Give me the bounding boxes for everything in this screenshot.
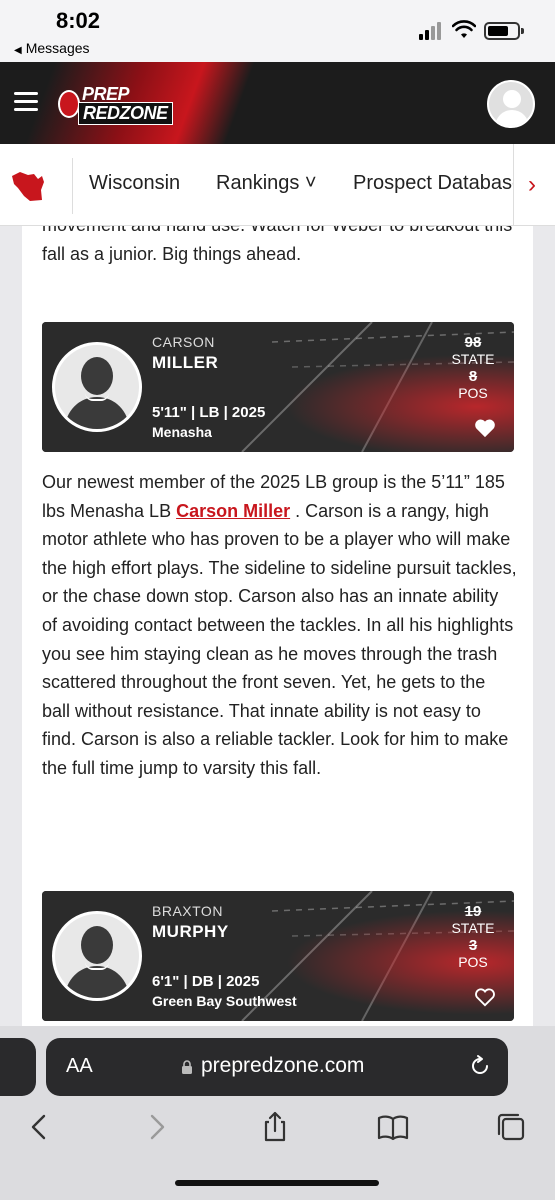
position-rank-value: 3	[468, 937, 478, 954]
reload-icon[interactable]	[468, 1054, 492, 1078]
status-bar: 8:02 ◀ Messages	[0, 0, 555, 62]
site-logo[interactable]: PREP REDZONE	[58, 82, 180, 126]
nav-item-wisconsin[interactable]: Wisconsin	[89, 172, 180, 195]
intro-paragraph: movement and hand use. Watch for Weber t…	[42, 226, 512, 264]
player-last-name: MILLER	[152, 353, 219, 372]
position-rank-label: POS	[458, 385, 488, 401]
prospect-card-braxton-murphy[interactable]: BRAXTON MURPHY 6'1" | DB | 2025 Green Ba…	[42, 891, 514, 1021]
chevron-right-icon: ›	[528, 171, 536, 198]
position-rank-value: 8	[468, 368, 478, 385]
state-rank-value: 98	[464, 334, 482, 351]
player-silhouette-icon	[52, 911, 142, 1001]
bookmarks-icon[interactable]	[376, 1110, 410, 1144]
logo-line-2: REDZONE	[78, 102, 173, 125]
prospect-card-carson-miller[interactable]: CARSON MILLER 5'11" | LB | 2025 Menasha …	[42, 322, 514, 452]
state-nav-bar: Wisconsin Rankings ˅ Prospect Database ›	[0, 144, 555, 226]
carson-miller-paragraph: Our newest member of the 2025 LB group i…	[42, 472, 517, 778]
nav-item-prospect-database[interactable]: Prospect Database	[353, 172, 523, 195]
player-height-position-class: 5'11" | LB | 2025	[152, 404, 266, 421]
url-text: prepredzone.com	[201, 1054, 365, 1077]
player-school: Green Bay Southwest	[152, 993, 297, 1009]
player-last-name: MURPHY	[152, 922, 229, 941]
article-body: movement and hand use. Watch for Weber t…	[22, 226, 533, 1026]
player-first-name: BRAXTON	[152, 903, 223, 919]
wifi-icon	[452, 20, 476, 38]
forward-chevron-icon[interactable]	[140, 1110, 174, 1144]
player-rankings: 98 STATE 8 POS	[446, 334, 500, 402]
back-triangle-icon: ◀	[14, 45, 22, 56]
state-rank-value: 19	[464, 903, 482, 920]
player-rankings: 19 STATE 3 POS	[446, 903, 500, 971]
wisconsin-map-icon[interactable]	[8, 166, 50, 206]
state-rank-label: STATE	[451, 920, 495, 936]
player-school: Menasha	[152, 424, 212, 440]
favorite-heart-outline-icon[interactable]	[474, 987, 496, 1007]
share-icon[interactable]	[258, 1110, 292, 1144]
carson-miller-link[interactable]: Carson Miller	[176, 501, 290, 521]
position-rank-label: POS	[458, 954, 488, 970]
nav-scroll-right-button[interactable]: ›	[513, 144, 555, 225]
player-first-name: CARSON	[152, 334, 215, 350]
favorite-heart-filled-icon[interactable]	[474, 418, 496, 438]
cellular-signal-icon	[419, 22, 445, 40]
menu-icon[interactable]	[14, 92, 38, 112]
clock: 8:02	[56, 8, 101, 33]
address-bar[interactable]: AA prepredzone.com	[46, 1038, 508, 1096]
lock-icon	[182, 1060, 192, 1074]
state-rank-label: STATE	[451, 351, 495, 367]
home-indicator	[175, 1180, 379, 1186]
player-height-position-class: 6'1" | DB | 2025	[152, 973, 260, 990]
reader-settings-button[interactable]: AA	[66, 1055, 93, 1078]
back-app-label: Messages	[25, 40, 90, 56]
previous-tab-preview[interactable]	[0, 1038, 36, 1096]
player-silhouette-icon	[52, 342, 142, 432]
nav-item-rankings[interactable]: Rankings ˅	[216, 172, 317, 195]
tabs-icon[interactable]	[494, 1110, 528, 1144]
user-avatar-icon[interactable]	[487, 80, 535, 128]
back-to-app-link[interactable]: ◀ Messages	[14, 40, 90, 56]
football-logo-icon	[58, 90, 80, 118]
site-header: PREP REDZONE	[0, 62, 555, 144]
battery-icon	[484, 22, 524, 40]
back-chevron-icon[interactable]	[22, 1110, 56, 1144]
